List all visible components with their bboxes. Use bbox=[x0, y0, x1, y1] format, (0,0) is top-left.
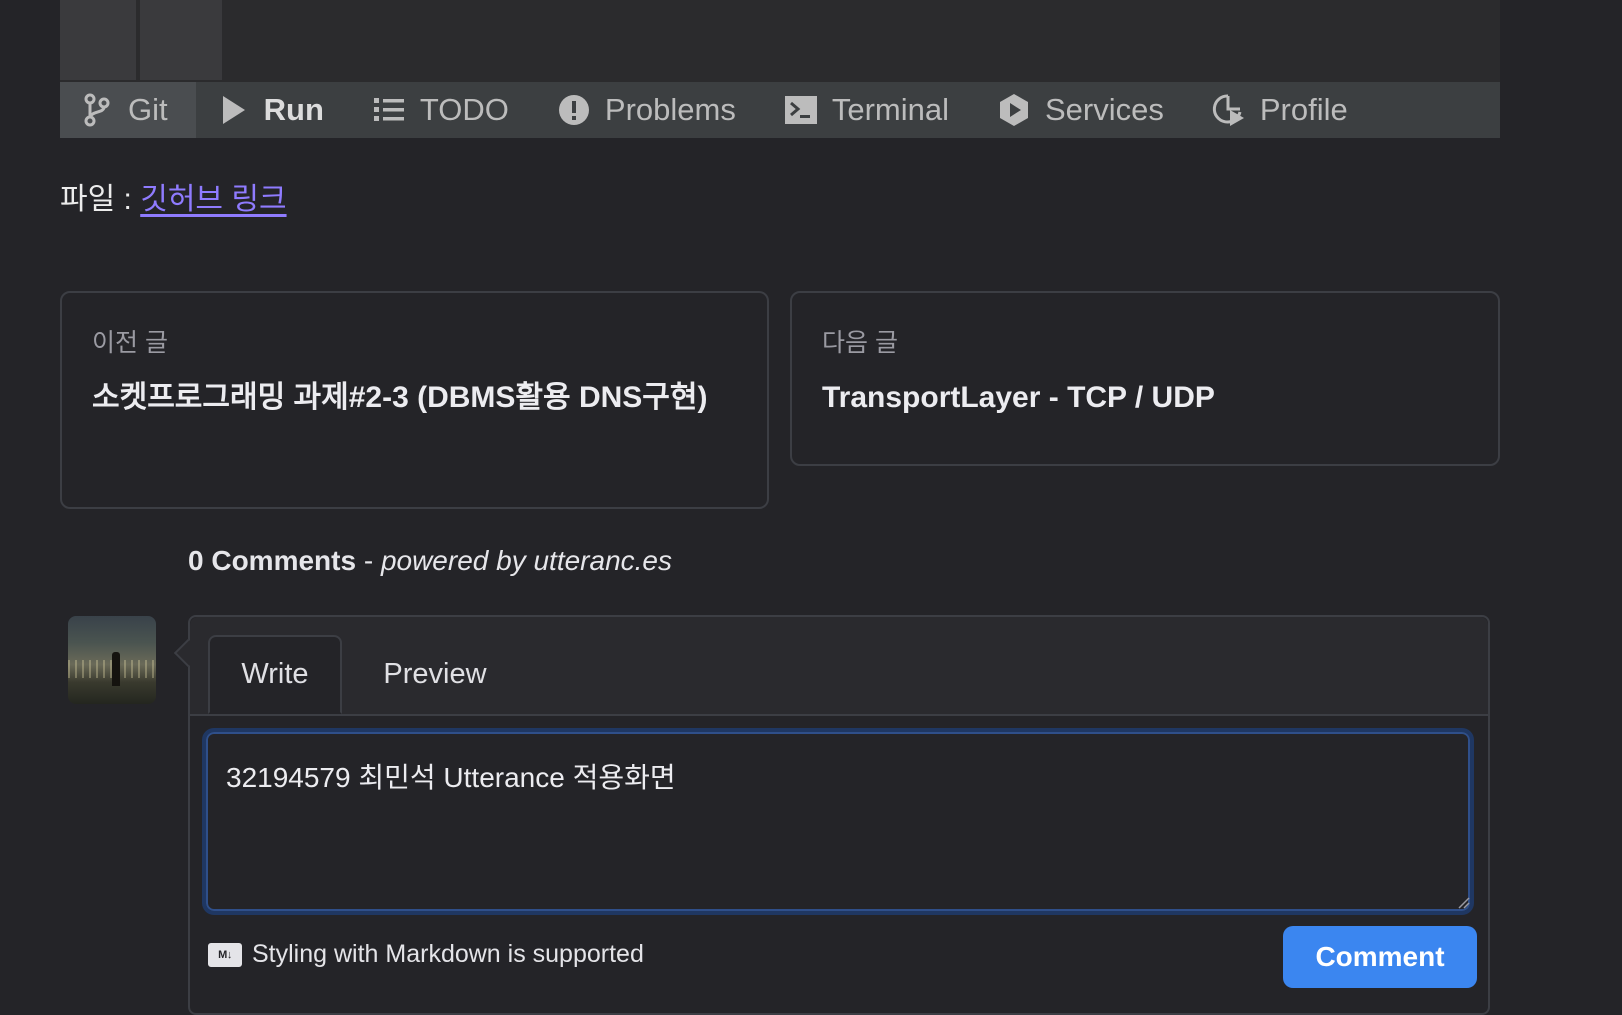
file-label: 파일 : bbox=[60, 183, 141, 216]
tool-window-label: Terminal bbox=[831, 92, 949, 127]
tool-window-services: Services bbox=[977, 82, 1192, 138]
tab-preview[interactable]: Preview bbox=[360, 635, 510, 714]
play-icon bbox=[216, 93, 250, 127]
comments-separator: - bbox=[356, 545, 381, 576]
file-line: 파일 : 깃허브 링크 bbox=[60, 174, 287, 218]
profiler-icon bbox=[1212, 93, 1246, 127]
tool-window-git: Git bbox=[60, 82, 196, 138]
markdown-note: M↓ Styling with Markdown is supported bbox=[208, 940, 644, 969]
tool-window-label: Run bbox=[263, 92, 324, 127]
tool-window-profiler: Profile bbox=[1192, 82, 1376, 138]
next-post-label: 다음 글 bbox=[822, 329, 898, 357]
prev-post-title: 소켓프로그래밍 과제#2-3 (DBMS활용 DNS구현) bbox=[92, 381, 708, 414]
tool-window-terminal: Terminal bbox=[764, 82, 977, 138]
markdown-note-text: Styling with Markdown is supported bbox=[252, 940, 644, 968]
tool-window-label: Services bbox=[1044, 92, 1164, 127]
ide-gutter-block bbox=[60, 0, 136, 80]
tool-window-problems: Problems bbox=[537, 82, 764, 138]
ide-editor-area bbox=[60, 0, 1500, 80]
tool-window-label: Profile bbox=[1259, 92, 1348, 127]
ide-tool-window-bar: Git Run TODO Problems Terminal Services … bbox=[60, 82, 1500, 138]
tool-window-run: Run bbox=[196, 82, 352, 138]
tool-window-todo: TODO bbox=[352, 82, 537, 138]
markdown-icon: M↓ bbox=[208, 942, 242, 967]
resize-grip-icon[interactable] bbox=[1454, 893, 1470, 909]
comment-button[interactable]: Comment bbox=[1283, 926, 1477, 988]
comment-form: Write Preview 32194579 최민석 Utterance 적용화… bbox=[188, 615, 1490, 1015]
terminal-icon bbox=[784, 93, 818, 127]
avatar[interactable] bbox=[68, 616, 156, 704]
tool-window-label: TODO bbox=[419, 92, 509, 127]
comment-count: 0 Comments bbox=[188, 545, 357, 576]
comment-textarea[interactable]: 32194579 최민석 Utterance 적용화면 bbox=[202, 728, 1474, 915]
exclamation-icon bbox=[557, 93, 591, 127]
prev-post-card[interactable]: 이전 글 소켓프로그래밍 과제#2-3 (DBMS활용 DNS구현) bbox=[60, 291, 769, 509]
services-icon bbox=[997, 93, 1031, 127]
tab-write[interactable]: Write bbox=[208, 635, 342, 714]
next-post-title: TransportLayer - TCP / UDP bbox=[822, 381, 1215, 414]
tool-window-label: Git bbox=[128, 92, 168, 127]
list-icon bbox=[372, 93, 406, 127]
powered-by-link[interactable]: powered by utteranc.es bbox=[381, 545, 672, 576]
prev-post-label: 이전 글 bbox=[92, 329, 168, 357]
avatar-person bbox=[112, 652, 120, 686]
github-link[interactable]: 깃허브 링크 bbox=[140, 183, 286, 216]
ide-screenshot: Git Run TODO Problems Terminal Services … bbox=[60, 0, 1500, 138]
git-branch-icon bbox=[80, 93, 114, 127]
comments-header: 0 Comments - powered by utteranc.es bbox=[188, 545, 672, 577]
tool-window-label: Problems bbox=[604, 92, 736, 127]
ide-gutter-block bbox=[140, 0, 222, 80]
comment-tab-header: Write Preview bbox=[190, 617, 1488, 716]
next-post-card[interactable]: 다음 글 TransportLayer - TCP / UDP bbox=[790, 291, 1500, 466]
